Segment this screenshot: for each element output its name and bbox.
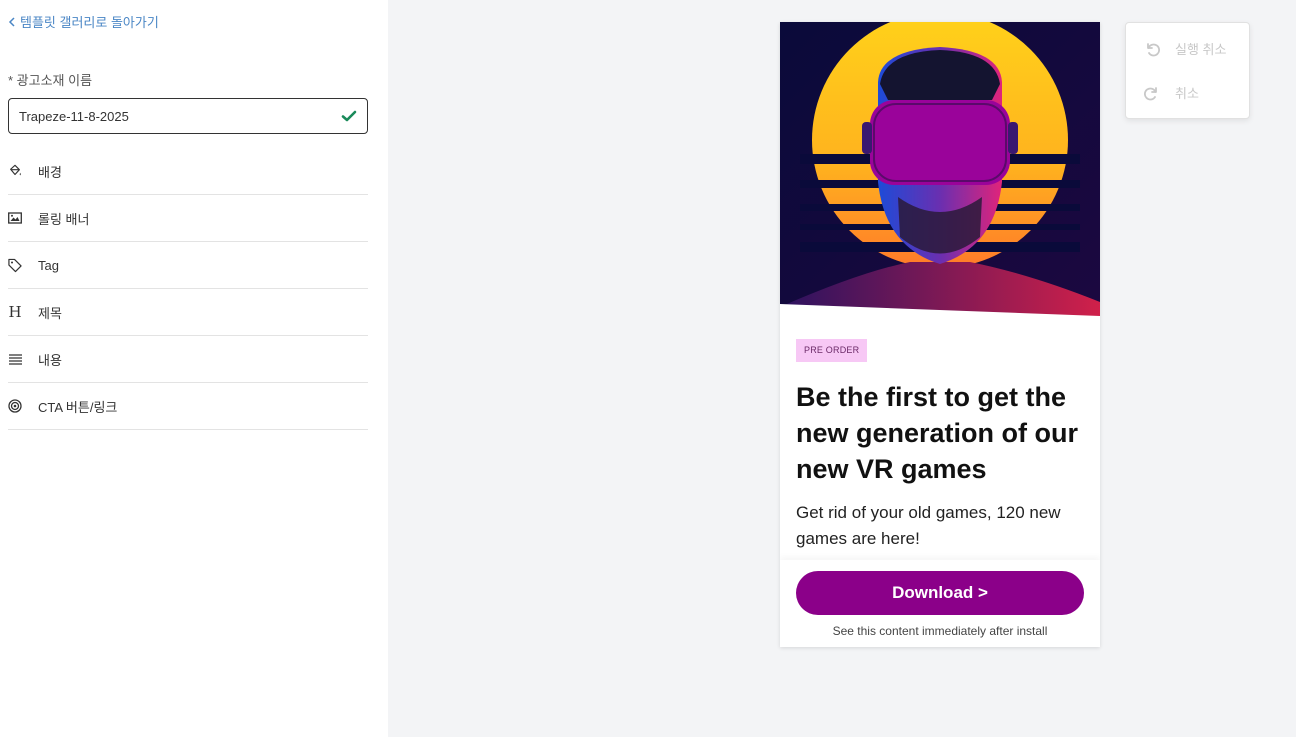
section-menu: 배경 롤링 배너 Tag H 제목 내용 CTA 버튼/링크 — [8, 148, 368, 430]
vr-hero-image — [780, 22, 1100, 322]
menu-item-label: Tag — [38, 257, 59, 273]
menu-item-content[interactable]: 내용 — [8, 336, 368, 383]
cta-area: Download > See this content immediately … — [780, 560, 1100, 647]
undo-button[interactable]: 실행 취소 — [1144, 39, 1226, 58]
editor-sidebar: 템플릿 갤러리로 돌아가기 * 광고소재 이름 Trapeze-11-8-202… — [0, 0, 388, 737]
redo-label: 취소 — [1175, 86, 1199, 101]
heading-icon: H — [8, 303, 22, 321]
redo-icon — [1144, 86, 1157, 100]
creative-name-value[interactable]: Trapeze-11-8-2025 — [19, 109, 341, 124]
menu-item-label: 배경 — [38, 164, 62, 180]
menu-item-tag[interactable]: Tag — [8, 242, 368, 289]
redo-button[interactable]: 취소 — [1144, 83, 1199, 102]
creative-name-input[interactable]: Trapeze-11-8-2025 — [8, 98, 368, 134]
menu-item-label: 롤링 배너 — [38, 211, 90, 227]
check-icon — [341, 110, 357, 122]
pre-order-badge: PRE ORDER — [796, 339, 868, 362]
text-lines-icon — [8, 352, 22, 366]
menu-item-label: 내용 — [38, 352, 62, 368]
menu-item-title[interactable]: H 제목 — [8, 289, 368, 336]
undo-icon — [1147, 42, 1160, 56]
paint-bucket-icon — [8, 164, 22, 178]
menu-item-background[interactable]: 배경 — [8, 148, 368, 195]
ad-body-text: Get rid of your old games, 120 new games… — [796, 503, 1061, 548]
creative-name-label: * 광고소재 이름 — [8, 73, 93, 88]
download-button[interactable]: Download > — [796, 571, 1084, 615]
back-link-label: 템플릿 갤러리로 돌아가기 — [20, 15, 159, 30]
cta-note: See this content immediately after insta… — [832, 624, 1048, 638]
ad-headline: Be the first to get the new generation o… — [796, 382, 1079, 484]
history-panel: 실행 취소 취소 — [1125, 22, 1250, 119]
tag-icon — [8, 258, 22, 272]
target-icon — [8, 399, 22, 413]
undo-label: 실행 취소 — [1175, 42, 1227, 57]
chevron-left-icon — [8, 16, 15, 27]
menu-item-label: CTA 버튼/링크 — [38, 399, 118, 415]
menu-item-label: 제목 — [38, 305, 62, 321]
ad-preview: PRE ORDER Be the first to get the new ge… — [780, 22, 1100, 647]
menu-item-rolling-banner[interactable]: 롤링 배너 — [8, 195, 368, 242]
back-to-gallery-link[interactable]: 템플릿 갤러리로 돌아가기 — [8, 12, 159, 31]
image-icon — [8, 211, 22, 225]
menu-item-cta[interactable]: CTA 버튼/링크 — [8, 383, 368, 430]
